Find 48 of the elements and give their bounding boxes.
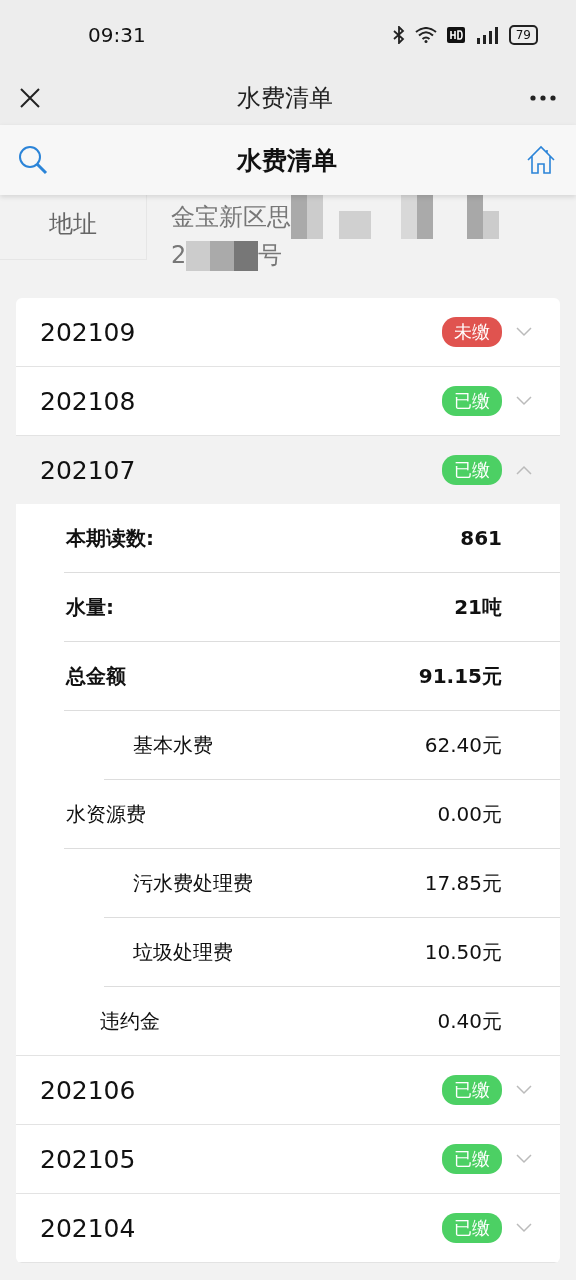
chevron-icon[interactable]	[516, 396, 532, 406]
status-badge: 已缴	[442, 1213, 502, 1243]
detail-label: 总金额	[64, 662, 127, 690]
detail-value: 0.00元	[437, 800, 502, 828]
month-row[interactable]: 202106 已缴	[16, 1056, 560, 1125]
status-time: 09:31	[88, 23, 147, 47]
nav-title: 水费清单	[237, 82, 333, 114]
home-icon[interactable]	[526, 145, 556, 175]
detail-value: 17.85元	[424, 869, 502, 897]
address-text: 号	[258, 240, 283, 271]
detail-value: 0.40元	[437, 1007, 502, 1035]
close-icon[interactable]	[20, 87, 40, 108]
address-text: 2	[171, 240, 187, 271]
month-row[interactable]: 202104 已缴	[16, 1194, 560, 1263]
chevron-icon[interactable]	[516, 1085, 532, 1095]
page-title: 水费清单	[237, 144, 337, 177]
month-row[interactable]: 202107 已缴	[16, 436, 560, 504]
battery-icon: 79	[508, 25, 538, 45]
detail-value: 861	[460, 526, 502, 550]
month-row[interactable]: 202109 未缴	[16, 298, 560, 367]
wifi-icon	[414, 27, 437, 43]
status-badge: 未缴	[442, 317, 502, 347]
chevron-icon[interactable]	[516, 1154, 532, 1164]
bluetooth-icon	[392, 26, 405, 44]
detail-label: 违约金	[99, 1007, 161, 1035]
search-icon[interactable]	[18, 145, 48, 175]
detail-label: 垃圾处理费	[132, 938, 234, 966]
detail-value: 21吨	[454, 593, 502, 621]
month-row[interactable]: 202105 已缴	[16, 1125, 560, 1194]
detail-label: 基本水费	[132, 731, 214, 759]
hd-icon	[446, 27, 465, 43]
more-icon[interactable]	[530, 94, 556, 101]
address-text: 金宝新区思	[171, 201, 291, 233]
chevron-icon[interactable]	[516, 465, 532, 475]
status-badge: 已缴	[442, 1144, 502, 1174]
chevron-icon[interactable]	[516, 327, 532, 337]
status-badge: 已缴	[442, 455, 502, 485]
status-badge: 已缴	[442, 386, 502, 416]
detail-value: 91.15元	[418, 662, 502, 690]
status-badge: 已缴	[442, 1075, 502, 1105]
detail-label: 水量:	[64, 593, 115, 621]
detail-label: 水资源费	[65, 800, 147, 828]
detail-value: 10.50元	[424, 938, 502, 966]
signal-icon	[474, 26, 499, 44]
detail-value: 62.40元	[424, 731, 502, 759]
detail-label: 本期读数:	[65, 524, 155, 552]
chevron-icon[interactable]	[516, 1223, 532, 1233]
detail-label: 污水费处理费	[132, 869, 254, 897]
